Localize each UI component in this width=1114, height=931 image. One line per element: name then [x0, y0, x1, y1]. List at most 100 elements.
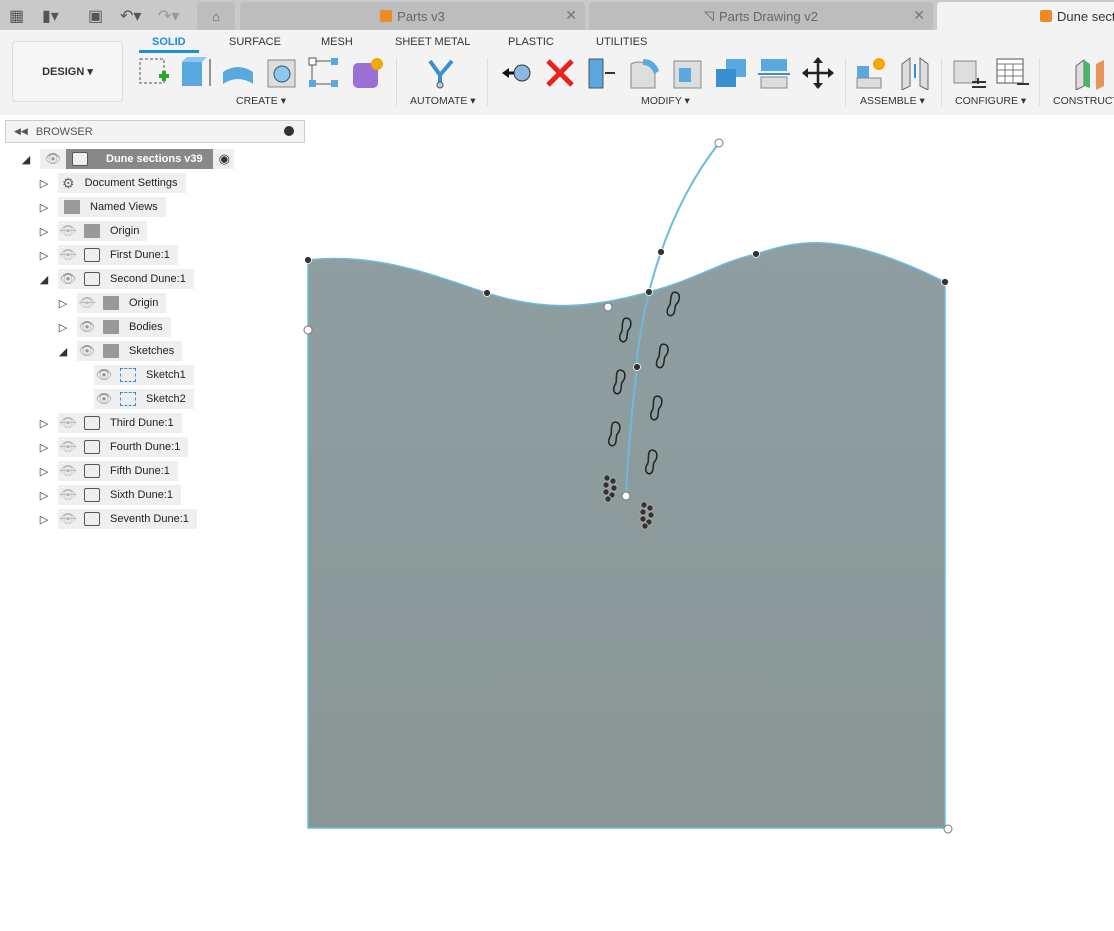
browser-item[interactable]: ◢ 👁 Second Dune:1 [38, 269, 194, 289]
expanded-triangle-icon[interactable]: ◢ [20, 149, 32, 169]
browser-item[interactable]: ▷ 👁 Third Dune:1 [38, 413, 182, 433]
tab-dune-sections[interactable]: Dune sect [937, 2, 1114, 30]
revolve-icon[interactable] [221, 56, 255, 90]
browser-item[interactable]: ▷ 👁 Fourth Dune:1 [38, 437, 189, 457]
browser-item[interactable]: ▷ ⚙ Document Settings [38, 173, 186, 193]
file-icon[interactable]: ▮▾ [42, 6, 59, 26]
fillet-icon[interactable] [628, 56, 662, 90]
tab-utilities[interactable]: UTILITIES [596, 36, 647, 48]
extrude-icon[interactable] [179, 56, 213, 90]
construct-plane-icon[interactable] [1072, 56, 1106, 90]
close-icon[interactable]: ✕ [565, 7, 577, 24]
eye-hidden-icon[interactable]: 👁 [58, 415, 78, 431]
expand-triangle-icon[interactable]: ▷ [38, 221, 50, 241]
cube-icon [380, 10, 393, 22]
browser-item[interactable]: ▷ 👁 Seventh Dune:1 [38, 509, 197, 529]
sketch-icon [120, 392, 136, 406]
expand-triangle-icon[interactable]: ▷ [38, 509, 50, 529]
body-icon [84, 464, 100, 478]
tab-surface[interactable]: SURFACE [229, 36, 281, 48]
browser-item[interactable]: ▷ Named Views [38, 197, 166, 217]
joint-icon[interactable] [898, 56, 932, 90]
expand-triangle-icon[interactable]: ▷ [38, 437, 50, 457]
configuration-table-icon[interactable] [995, 56, 1029, 90]
sketch-spline[interactable] [625, 142, 720, 497]
expand-triangle-icon[interactable]: ▷ [38, 485, 50, 505]
browser-root[interactable]: ◢ 👁 Dune sections v39 ◉ [20, 149, 234, 169]
combine-icon[interactable] [714, 56, 748, 90]
browser-item[interactable]: ▷ 👁 Sixth Dune:1 [38, 485, 181, 505]
expand-triangle-icon[interactable]: ▷ [57, 317, 69, 337]
expand-triangle-icon[interactable]: ▷ [38, 461, 50, 481]
tab-sheet-metal[interactable]: SHEET METAL [395, 36, 470, 48]
eye-icon[interactable]: 👁 [94, 367, 114, 383]
gear-icon: ⚙ [62, 174, 75, 191]
eye-hidden-icon[interactable]: 👁 [58, 511, 78, 527]
chamfer-icon[interactable] [671, 56, 705, 90]
assemble-menu[interactable]: ASSEMBLE ▾ [860, 95, 925, 107]
browser-item[interactable]: ▷ 👁 Origin [57, 293, 167, 313]
pattern-icon[interactable] [307, 56, 341, 90]
activate-radio-icon[interactable]: ◉ [219, 151, 230, 167]
create-sketch-icon[interactable] [137, 56, 171, 90]
expand-triangle-icon[interactable]: ▷ [38, 413, 50, 433]
workspace-switcher[interactable]: DESIGN ▾ [12, 41, 123, 102]
construct-menu[interactable]: CONSTRUCT [1053, 95, 1114, 107]
move-icon[interactable] [801, 56, 835, 90]
save-icon[interactable]: ▣ [88, 6, 103, 26]
component-icon [72, 152, 88, 166]
split-body-icon[interactable] [757, 56, 791, 90]
expand-triangle-icon[interactable]: ▷ [38, 197, 50, 217]
browser-item[interactable]: ▷ 👁 Fifth Dune:1 [38, 461, 178, 481]
expand-triangle-icon[interactable]: ▷ [38, 245, 50, 265]
eye-hidden-icon[interactable]: 👁 [77, 295, 97, 311]
eye-hidden-icon[interactable]: 👁 [58, 487, 78, 503]
browser-item[interactable]: 👁 Sketch1 [94, 365, 194, 385]
browser-item[interactable]: ▷ 👁 First Dune:1 [38, 245, 178, 265]
folder-icon [103, 344, 119, 358]
create-menu[interactable]: CREATE ▾ [236, 95, 286, 107]
automate-icon[interactable] [424, 56, 458, 90]
eye-icon[interactable]: 👁 [77, 343, 97, 359]
home-tab[interactable]: ⌂ [197, 2, 235, 30]
configure-menu[interactable]: CONFIGURE ▾ [955, 95, 1026, 107]
eye-icon[interactable]: 👁 [94, 391, 114, 407]
configure-icon[interactable] [952, 56, 986, 90]
eye-hidden-icon[interactable]: 👁 [58, 439, 78, 455]
dune-section-body[interactable] [307, 242, 946, 829]
eye-hidden-icon[interactable]: 👁 [58, 247, 78, 263]
redo-icon[interactable]: ↷▾ [158, 6, 179, 26]
press-pull-icon[interactable] [500, 56, 534, 90]
undo-icon[interactable]: ↶▾ [120, 6, 141, 26]
grid-icon[interactable]: ▦ [9, 6, 24, 26]
expanded-triangle-icon[interactable]: ◢ [57, 341, 69, 361]
tab-mesh[interactable]: MESH [321, 36, 353, 48]
create-form-icon[interactable] [351, 56, 385, 90]
collapse-browser-icon[interactable]: ◀◀ [14, 126, 28, 137]
tab-solid[interactable]: SOLID [139, 36, 199, 53]
browser-item[interactable]: ▷ 👁 Origin [38, 221, 148, 241]
close-icon[interactable]: ✕ [913, 7, 925, 24]
expanded-triangle-icon[interactable]: ◢ [38, 269, 50, 289]
tab-plastic[interactable]: PLASTIC [508, 36, 554, 48]
eye-icon[interactable]: 👁 [77, 319, 97, 335]
minimize-icon[interactable] [284, 126, 294, 136]
eye-hidden-icon[interactable]: 👁 [58, 463, 78, 479]
browser-item[interactable]: ▷ 👁 Bodies [57, 317, 171, 337]
modify-menu[interactable]: MODIFY ▾ [641, 95, 690, 107]
tab-parts[interactable]: Parts v3 ✕ [240, 2, 585, 30]
expand-triangle-icon[interactable]: ▷ [57, 293, 69, 313]
hole-icon[interactable] [265, 56, 299, 90]
shell-icon[interactable] [585, 56, 619, 90]
browser-item[interactable]: 👁 Sketch2 [94, 389, 194, 409]
browser-item[interactable]: ◢ 👁 Sketches [57, 341, 183, 361]
body-icon [84, 488, 100, 502]
eye-hidden-icon[interactable]: 👁 [58, 223, 78, 239]
expand-triangle-icon[interactable]: ▷ [38, 173, 50, 193]
eye-icon[interactable]: 👁 [40, 151, 66, 167]
tab-parts-drawing[interactable]: ◹ Parts Drawing v2 ✕ [589, 2, 933, 30]
eye-icon[interactable]: 👁 [58, 271, 78, 287]
new-component-icon[interactable] [855, 56, 889, 90]
automate-menu[interactable]: AUTOMATE ▾ [410, 95, 476, 107]
delete-icon[interactable] [543, 56, 577, 90]
